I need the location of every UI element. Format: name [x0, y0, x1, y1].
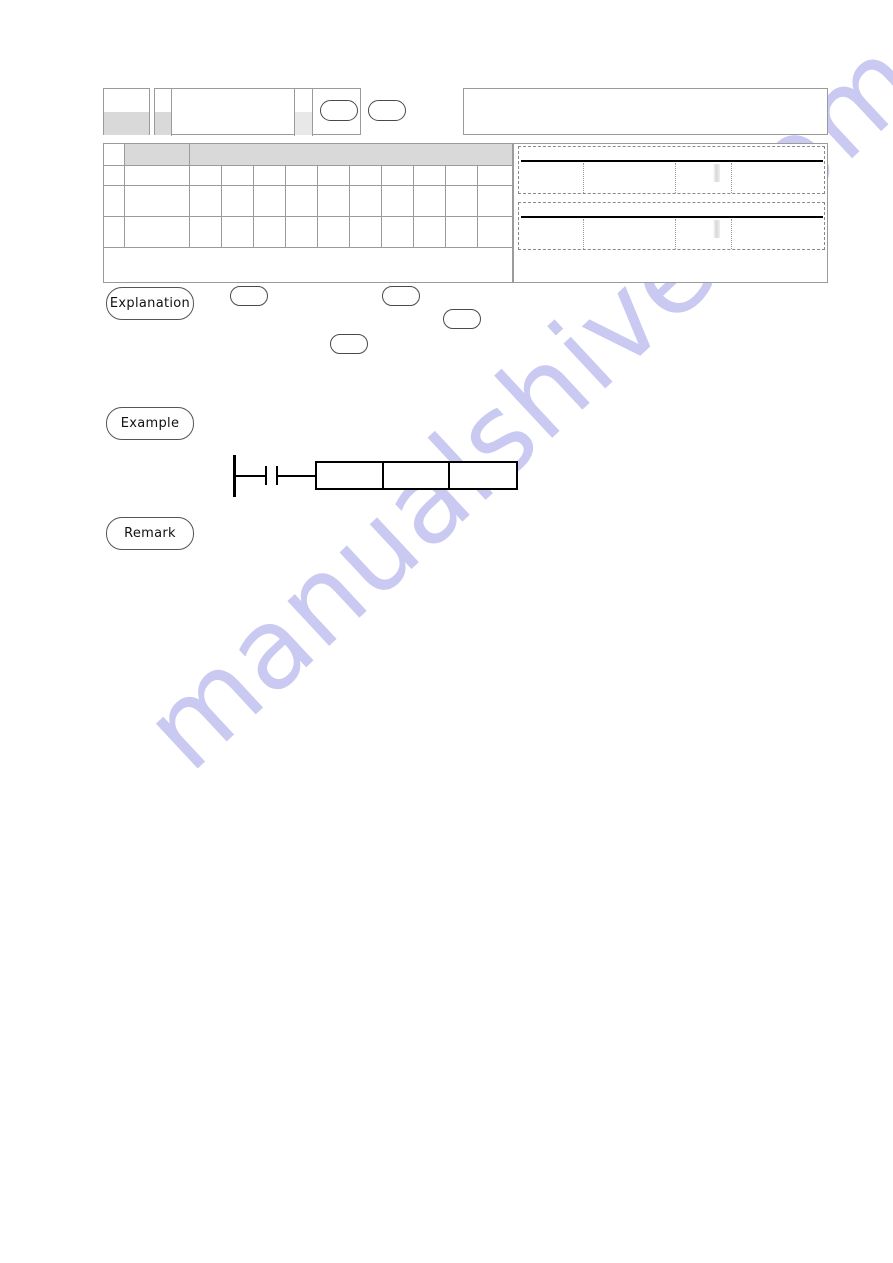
- example-label-text: Example: [120, 416, 180, 431]
- operand-cell-divider-3: [312, 89, 313, 136]
- table-vline-3: [253, 165, 254, 247]
- group-header-shade-1: [124, 144, 189, 165]
- table-hline-2: [104, 185, 512, 186]
- table-vline-0: [124, 144, 125, 247]
- group-header-shade-2: [189, 144, 512, 165]
- remark-label-text: Remark: [124, 526, 176, 541]
- document-page: Explanation Example Remark: [0, 0, 893, 1263]
- operand-range-table: [103, 143, 513, 283]
- ladder-wire-1: [235, 475, 265, 477]
- ladder-diagram: [233, 455, 523, 503]
- table-hline-1: [104, 165, 512, 166]
- explanation-label[interactable]: Explanation: [106, 287, 194, 320]
- table-vline-6: [349, 165, 350, 247]
- instruction-header-band: [103, 88, 828, 136]
- table-vline-2: [221, 165, 222, 247]
- table-vline-10: [477, 165, 478, 247]
- table-hline-4: [104, 247, 512, 248]
- table-vline-5: [317, 165, 318, 247]
- format-block-2-sep-1: [583, 219, 585, 249]
- explanation-pill-3[interactable]: [443, 309, 481, 329]
- format-block-2-rule: [521, 216, 823, 218]
- header-pill-2[interactable]: [368, 100, 406, 121]
- format-block-1[interactable]: [518, 146, 825, 194]
- table-vline-4: [285, 165, 286, 247]
- table-vline-8: [413, 165, 414, 247]
- ladder-wire-2: [278, 475, 315, 477]
- explanation-label-text: Explanation: [109, 296, 191, 311]
- description-cell[interactable]: [463, 88, 828, 135]
- table-vline-1: [189, 144, 190, 247]
- mnemonic-cell-shade: [104, 112, 149, 135]
- format-block-2-sep-2: [675, 219, 677, 249]
- instruction-box[interactable]: [315, 461, 518, 490]
- format-block-1-caret: [713, 164, 720, 182]
- instruction-box-divider-2: [448, 463, 450, 488]
- instruction-format-panel: [513, 143, 828, 283]
- format-block-1-rule: [521, 160, 823, 162]
- format-block-1-sep-2: [675, 163, 677, 193]
- table-vline-7: [381, 165, 382, 247]
- format-block-2-sep-3: [731, 219, 733, 249]
- format-block-2-caret: [713, 220, 720, 238]
- operand-cell-divider-2: [294, 89, 295, 136]
- table-vline-9: [445, 165, 446, 247]
- header-pill-1[interactable]: [320, 100, 358, 121]
- example-label[interactable]: Example: [106, 407, 194, 440]
- remark-label[interactable]: Remark: [106, 517, 194, 550]
- table-hline-3: [104, 216, 512, 217]
- format-block-1-sep-3: [731, 163, 733, 193]
- operand-cell-shade-2: [294, 112, 312, 135]
- format-block-2[interactable]: [518, 202, 825, 250]
- instruction-box-divider-1: [382, 463, 384, 488]
- format-block-1-sep-1: [583, 163, 585, 193]
- explanation-pill-2[interactable]: [382, 286, 420, 306]
- operand-cell-shade: [155, 112, 171, 135]
- explanation-pill-1[interactable]: [230, 286, 268, 306]
- operand-cell-divider-1: [171, 89, 172, 136]
- mnemonic-cell[interactable]: [103, 88, 150, 135]
- explanation-pill-4[interactable]: [330, 334, 368, 354]
- normally-open-contact-bar-left: [265, 466, 267, 485]
